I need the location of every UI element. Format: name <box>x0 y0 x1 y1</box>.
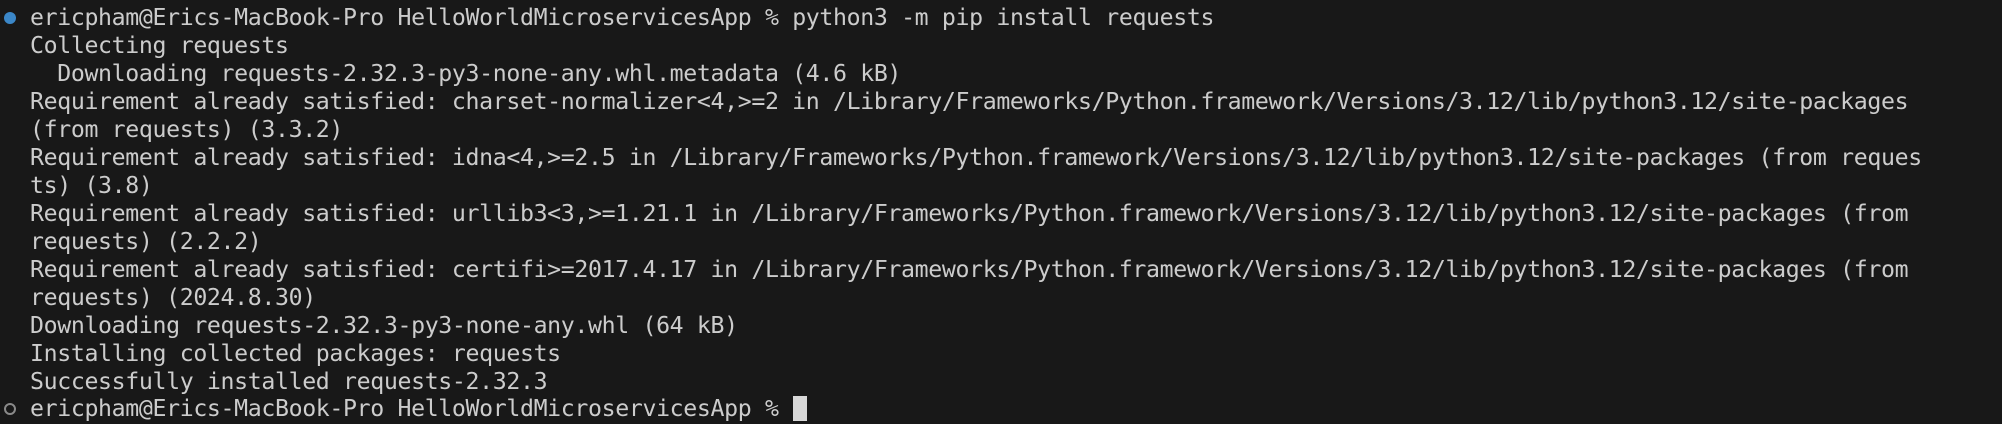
shell-prompt: ericpham@Erics-MacBook-Pro HelloWorldMic… <box>30 395 779 422</box>
output-line: Requirement already satisfied: certifi>=… <box>30 256 1909 283</box>
terminal-panel[interactable]: ericpham@Erics-MacBook-Pro HelloWorldMic… <box>0 0 2002 424</box>
output-line: (from requests) (3.3.2) <box>30 116 344 143</box>
terminal-cursor <box>793 396 808 421</box>
command-pending-marker-icon[interactable] <box>4 403 16 415</box>
output-line: Downloading requests-2.32.3-py3-none-any… <box>30 60 902 87</box>
output-line: Installing collected packages: requests <box>30 340 561 367</box>
output-line: requests) (2.2.2) <box>30 228 262 255</box>
output-line: Collecting requests <box>30 32 289 59</box>
output-line: Requirement already satisfied: idna<4,>=… <box>30 144 1922 171</box>
command-success-marker-icon[interactable] <box>4 12 16 24</box>
output-line: Requirement already satisfied: charset-n… <box>30 88 1909 115</box>
output-line: Requirement already satisfied: urllib3<3… <box>30 200 1909 227</box>
output-line: requests) (2024.8.30) <box>30 284 316 311</box>
command-text: python3 -m pip install requests <box>792 4 1215 31</box>
command-line: ericpham@Erics-MacBook-Pro HelloWorldMic… <box>30 4 1214 32</box>
shell-prompt: ericpham@Erics-MacBook-Pro HelloWorldMic… <box>30 4 779 31</box>
output-line: ts) (3.8) <box>30 172 153 199</box>
active-prompt-line[interactable]: ericpham@Erics-MacBook-Pro HelloWorldMic… <box>30 395 808 423</box>
output-line: Successfully installed requests-2.32.3 <box>30 368 548 395</box>
output-line: Downloading requests-2.32.3-py3-none-any… <box>30 312 738 339</box>
